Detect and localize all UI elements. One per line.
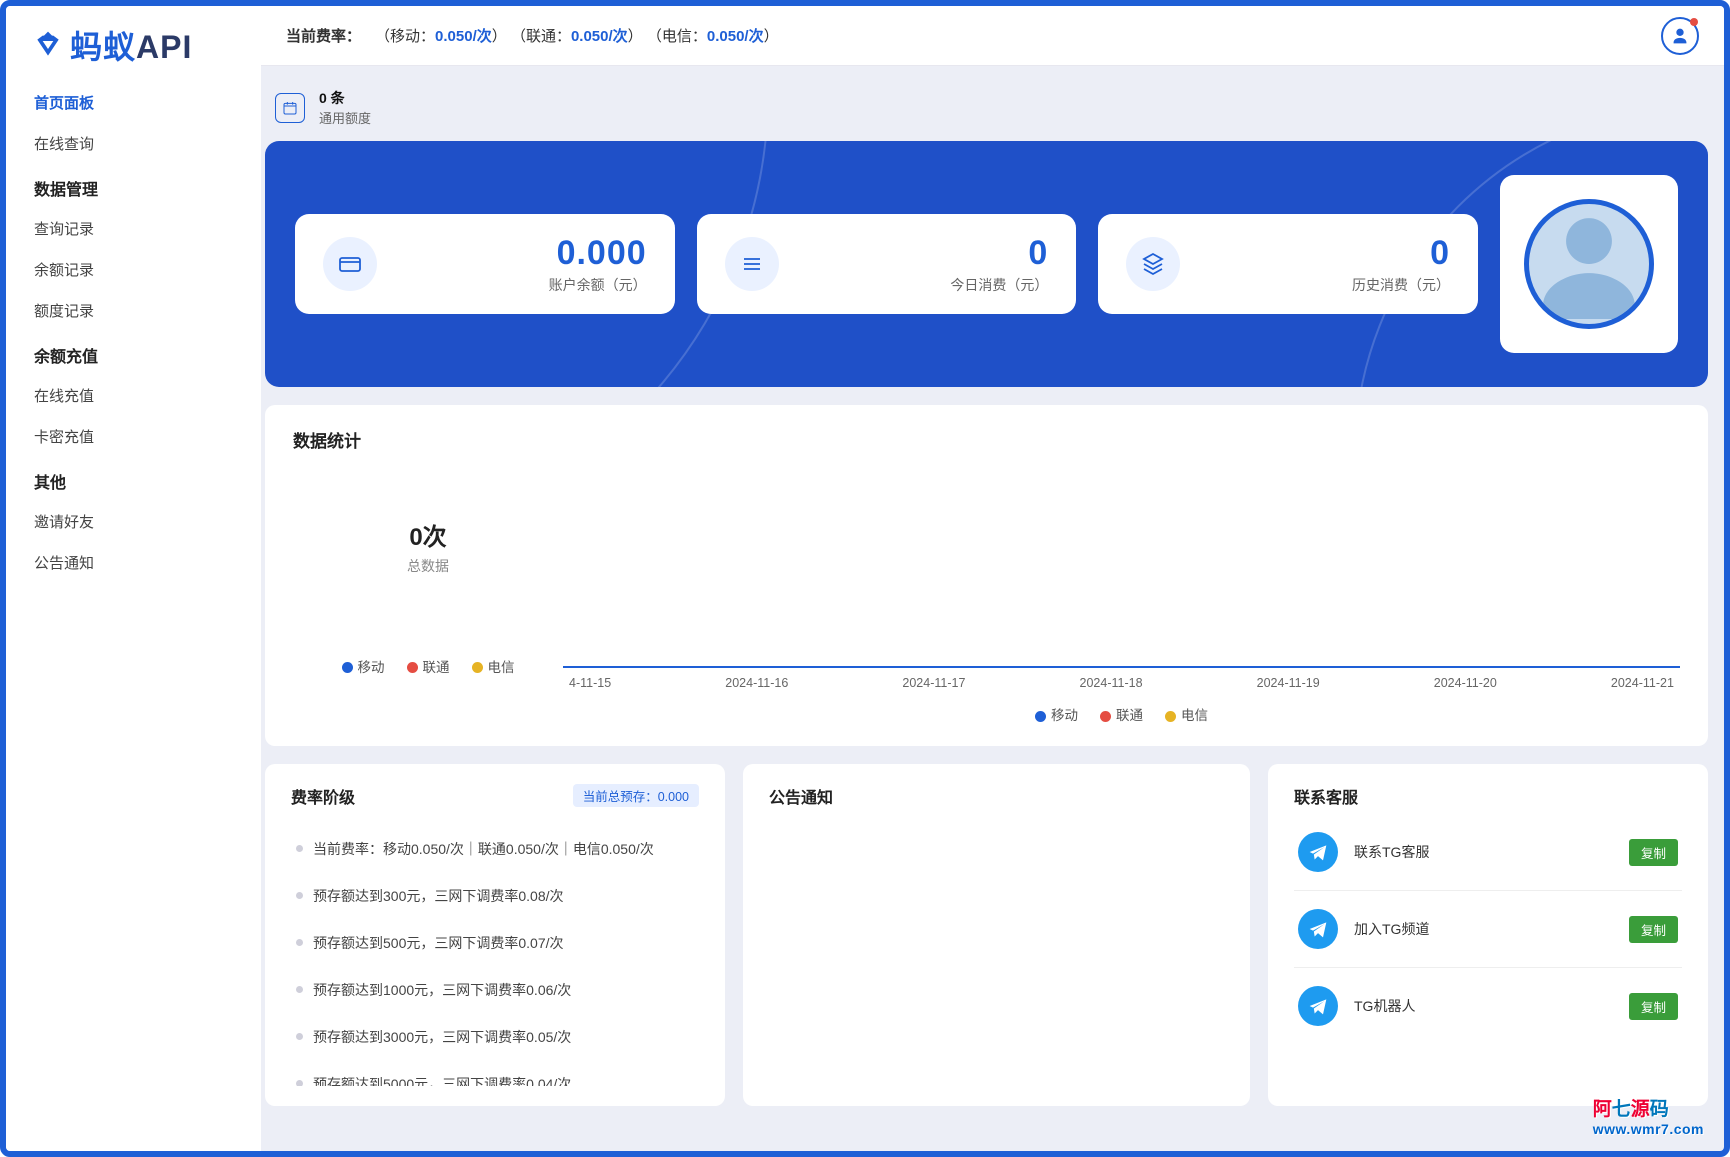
legend-item: 联通 — [407, 656, 450, 676]
chart-x-ticks: 4-11-15 2024-11-16 2024-11-17 2024-11-18 202… — [563, 676, 1680, 690]
legend-item: 电信 — [1165, 704, 1208, 724]
telegram-icon — [1298, 986, 1338, 1026]
sidebar-item-0[interactable]: 首页面板 — [6, 82, 261, 123]
sidebar-item-11[interactable]: 公告通知 — [6, 542, 261, 583]
rate-item: （电信：0.050/次） — [647, 28, 779, 45]
rate-tier-item: 预存额达到300元，三网下调费率0.08/次 — [291, 873, 699, 920]
legend-item: 移动 — [1035, 704, 1078, 724]
menu-icon — [725, 237, 779, 291]
legend-item: 移动 — [342, 656, 385, 676]
rate-info: 当前费率： （移动：0.050/次） （联通：0.050/次） （电信：0.05… — [286, 25, 779, 46]
quota-label: 通用额度 — [319, 108, 371, 127]
rate-tier-item: 预存额达到1000元，三网下调费率0.06/次 — [291, 967, 699, 1014]
copy-button[interactable]: 复制 — [1629, 839, 1678, 866]
quota-count: 0 条 — [319, 88, 371, 108]
stat-value: 0 — [797, 234, 1049, 273]
user-icon — [1669, 25, 1691, 47]
x-tick: 2024-11-18 — [1080, 676, 1143, 690]
hero-banner: 0.000账户余额（元）0今日消费（元）0历史消费（元） — [265, 141, 1708, 387]
x-tick: 2024-11-16 — [725, 676, 788, 690]
stats-title: 数据统计 — [293, 427, 1680, 452]
legend-item: 联通 — [1100, 704, 1143, 724]
topbar: 当前费率： （移动：0.050/次） （联通：0.050/次） （电信：0.05… — [261, 6, 1724, 66]
logo: 蚂蚁API — [6, 12, 261, 82]
stat-label: 账户余额（元） — [395, 275, 647, 295]
rate-item: （联通：0.050/次） — [511, 28, 643, 45]
sidebar-item-3[interactable]: 查询记录 — [6, 208, 261, 249]
sidebar-item-7[interactable]: 在线充值 — [6, 375, 261, 416]
notice-panel: 公告通知 — [743, 764, 1250, 1106]
sidebar: 蚂蚁API 首页面板在线查询数据管理查询记录余额记录额度记录余额充值在线充值卡密… — [6, 6, 261, 1151]
x-tick: 2024-11-17 — [902, 676, 965, 690]
avatar-image — [1524, 199, 1654, 329]
sidebar-item-4[interactable]: 余额记录 — [6, 249, 261, 290]
rate-tier-panel: 费率阶级 当前总预存：0.000 当前费率：移动0.050/次｜联通0.050/… — [265, 764, 725, 1106]
chart-axis — [563, 468, 1680, 668]
content-area: 当前费率： （移动：0.050/次） （联通：0.050/次） （电信：0.05… — [261, 6, 1724, 1151]
telegram-icon — [1298, 909, 1338, 949]
sidebar-item-10[interactable]: 邀请好友 — [6, 501, 261, 542]
stat-value: 0.000 — [395, 234, 647, 273]
rate-tier-item: 当前费率：移动0.050/次｜联通0.050/次｜电信0.050/次 — [291, 826, 699, 873]
x-tick: 2024-11-21 — [1611, 676, 1674, 690]
total-data-label: 总数据 — [407, 556, 449, 576]
copy-button[interactable]: 复制 — [1629, 993, 1678, 1020]
rate-tier-item: 预存额达到500元，三网下调费率0.07/次 — [291, 920, 699, 967]
quota-row: 0 条 通用额度 — [265, 66, 1708, 141]
sidebar-item-1[interactable]: 在线查询 — [6, 123, 261, 164]
ant-logo-icon — [32, 29, 64, 61]
contact-title: 联系客服 — [1294, 784, 1682, 808]
contact-label: TG机器人 — [1354, 996, 1613, 1016]
rate-tier-title: 费率阶级 — [291, 790, 355, 807]
stats-panel: 数据统计 0次 总数据 移动联通电信 4-11-152024-11-162024… — [265, 405, 1708, 746]
logo-text-a: 蚂蚁 — [70, 29, 136, 65]
rate-item: （移动：0.050/次） — [375, 28, 507, 45]
rate-tier-item: 预存额达到3000元，三网下调费率0.05/次 — [291, 1014, 699, 1061]
contact-item-1: 加入TG频道复制 — [1294, 890, 1682, 967]
stat-value: 0 — [1198, 234, 1450, 273]
contact-item-0: 联系TG客服复制 — [1294, 814, 1682, 890]
rate-label: 当前费率： — [286, 25, 361, 46]
user-avatar-button[interactable] — [1661, 17, 1699, 55]
chart-summary: 0次 总数据 移动 联通 电信 — [293, 468, 563, 724]
menu-category: 余额充值 — [6, 331, 261, 375]
layers-icon — [1126, 237, 1180, 291]
stat-card-1: 0今日消费（元） — [697, 214, 1077, 314]
x-tick: 2024-11-20 — [1434, 676, 1497, 690]
legend-item: 电信 — [472, 656, 515, 676]
contact-panel: 联系客服 联系TG客服复制加入TG频道复制TG机器人复制 — [1268, 764, 1708, 1106]
chart-area: 4-11-15 2024-11-16 2024-11-17 2024-11-18 202… — [563, 468, 1680, 724]
x-tick: 2024-11-19 — [1257, 676, 1320, 690]
stat-card-0: 0.000账户余额（元） — [295, 214, 675, 314]
x-tick: 4-11-15 — [569, 676, 611, 690]
stat-label: 今日消费（元） — [797, 275, 1049, 295]
notice-title: 公告通知 — [769, 784, 1224, 808]
card-icon — [323, 237, 377, 291]
contact-label: 联系TG客服 — [1354, 842, 1613, 862]
avatar-card — [1500, 175, 1678, 353]
sidebar-item-8[interactable]: 卡密充值 — [6, 416, 261, 457]
contact-label: 加入TG频道 — [1354, 919, 1613, 939]
prestore-badge: 当前总预存：0.000 — [573, 784, 699, 807]
menu-category: 数据管理 — [6, 164, 261, 208]
watermark: 阿七源码 www.wmr7.com — [1593, 1094, 1704, 1137]
stat-label: 历史消费（元） — [1198, 275, 1450, 295]
copy-button[interactable]: 复制 — [1629, 916, 1678, 943]
stat-card-2: 0历史消费（元） — [1098, 214, 1478, 314]
rate-tier-item: 预存额达到5000元，三网下调费率0.04/次 — [291, 1061, 699, 1086]
contact-item-2: TG机器人复制 — [1294, 967, 1682, 1044]
calendar-icon — [275, 93, 305, 123]
total-data-value: 0次 — [409, 517, 446, 552]
menu-category: 其他 — [6, 457, 261, 501]
telegram-icon — [1298, 832, 1338, 872]
logo-text-b: API — [136, 29, 192, 65]
sidebar-item-5[interactable]: 额度记录 — [6, 290, 261, 331]
